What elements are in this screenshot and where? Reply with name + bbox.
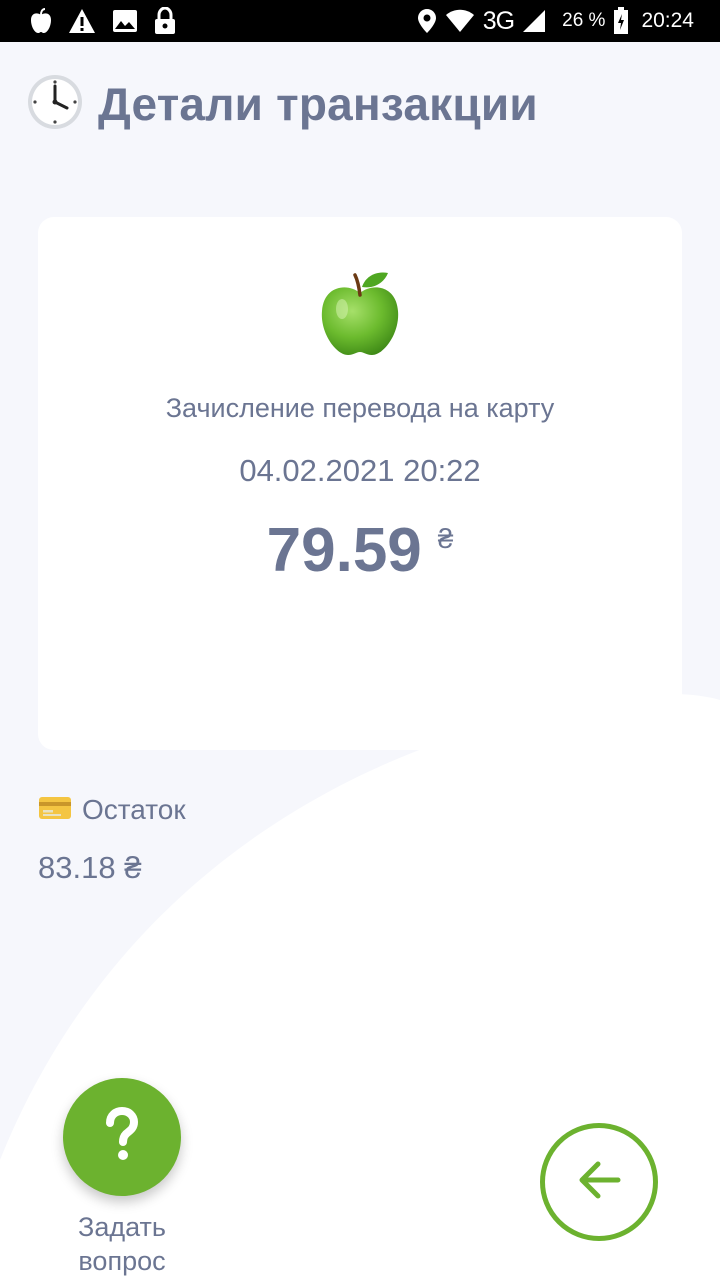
clock-icon bbox=[26, 73, 84, 136]
lock-icon bbox=[154, 7, 176, 35]
status-bar: 3G 26 % 20:24 bbox=[0, 0, 720, 42]
wifi-icon bbox=[445, 9, 475, 33]
green-apple-icon bbox=[318, 269, 402, 359]
status-bar-system: 3G 26 % 20:24 bbox=[417, 6, 694, 36]
battery-icon bbox=[613, 7, 629, 35]
status-bar-notifications bbox=[30, 6, 176, 36]
transaction-amount: 79.59 bbox=[266, 516, 422, 585]
transaction-card: Зачисление перевода на карту 04.02.2021 … bbox=[38, 217, 682, 750]
network-type: 3G bbox=[482, 6, 515, 35]
signal-icon bbox=[522, 9, 546, 33]
transaction-amount-row: 79.59 ₴ bbox=[38, 515, 682, 586]
balance-label: Остаток bbox=[82, 794, 186, 825]
ask-question-button[interactable] bbox=[63, 1078, 181, 1196]
question-mark-icon bbox=[102, 1106, 142, 1168]
transaction-description: Зачисление перевода на карту bbox=[165, 393, 555, 423]
location-icon bbox=[417, 8, 437, 34]
page-title: Детали транзакции bbox=[98, 78, 538, 130]
balance-label-row: Остаток bbox=[38, 792, 186, 828]
transaction-datetime: 04.02.2021 20:22 bbox=[239, 453, 481, 488]
battery-percent: 26 % bbox=[562, 10, 606, 31]
credit-card-icon bbox=[38, 796, 72, 825]
ask-question-label[interactable]: Задать вопрос bbox=[42, 1210, 202, 1278]
image-icon bbox=[112, 9, 138, 33]
warning-icon bbox=[68, 8, 96, 34]
page-header: Детали транзакции bbox=[26, 74, 538, 134]
apple-icon bbox=[30, 8, 52, 34]
balance-value: 83.18 ₴ bbox=[38, 850, 142, 885]
arrow-left-icon bbox=[576, 1160, 622, 1205]
status-time: 20:24 bbox=[641, 9, 694, 32]
back-button[interactable] bbox=[540, 1123, 658, 1241]
transaction-currency: ₴ bbox=[437, 523, 454, 554]
